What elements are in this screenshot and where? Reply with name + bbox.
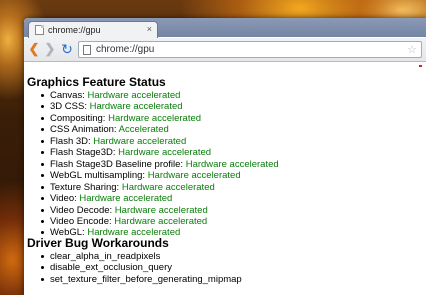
feature-status: Accelerated <box>118 124 169 136</box>
feature-item: Compositing: Hardware accelerated <box>41 113 279 124</box>
forward-arrow-icon[interactable]: ❯ <box>43 42 57 56</box>
feature-item: Flash Stage3D Baseline profile: Hardware… <box>41 159 279 170</box>
feature-item: Flash Stage3D: Hardware accelerated <box>41 147 279 158</box>
feature-item: CSS Animation: Accelerated <box>41 124 279 135</box>
feature-label: CSS Animation: <box>50 124 117 136</box>
feature-label: WebGL multisampling: <box>50 170 146 182</box>
back-arrow-icon[interactable]: ❮ <box>27 42 41 56</box>
tab-gpu[interactable]: chrome://gpu × <box>28 21 158 38</box>
feature-status: Hardware accelerated <box>79 193 173 205</box>
browser-window: chrome://gpu × ❮ ❯ ↻ chrome://gpu ☆ Grap… <box>24 18 426 295</box>
workaround-item: clear_alpha_in_readpixels <box>41 251 242 262</box>
toolbar: ❮ ❯ ↻ chrome://gpu ☆ <box>24 38 426 62</box>
workaround-item: set_texture_filter_before_generating_mip… <box>41 274 242 285</box>
feature-item: WebGL multisampling: Hardware accelerate… <box>41 170 279 181</box>
page-icon <box>83 44 91 55</box>
driver-bug-heading: Driver Bug Workarounds <box>27 236 169 250</box>
feature-label: Compositing: <box>50 112 106 124</box>
feature-label: Flash 3D: <box>50 135 91 147</box>
feature-status: Hardware accelerated <box>93 135 187 147</box>
feature-label: Flash Stage3D Baseline profile: <box>50 158 184 170</box>
page-marker <box>419 65 422 67</box>
feature-status: Hardware accelerated <box>108 112 202 124</box>
page-content: Graphics Feature Status Canvas: Hardware… <box>24 63 426 295</box>
bookmark-star-icon[interactable]: ☆ <box>407 43 417 56</box>
feature-status: Hardware accelerated <box>185 158 279 170</box>
tab-strip: chrome://gpu × <box>24 18 426 38</box>
feature-label: Video Decode: <box>50 204 113 216</box>
feature-status: Hardware accelerated <box>89 101 183 113</box>
feature-status: Hardware accelerated <box>147 170 241 182</box>
workaround-list: clear_alpha_in_readpixels disable_ext_occ… <box>41 251 242 285</box>
reload-icon[interactable]: ↻ <box>60 42 74 56</box>
page-favicon-icon <box>35 25 44 35</box>
feature-status-list: Canvas: Hardware accelerated 3D CSS: Hard… <box>41 90 279 239</box>
feature-status: Hardware accelerated <box>118 147 212 159</box>
feature-status-heading: Graphics Feature Status <box>27 75 166 89</box>
feature-label: Flash Stage3D: <box>50 147 116 159</box>
feature-label: Canvas: <box>50 90 85 101</box>
feature-label: Video Encode: <box>50 215 112 227</box>
workaround-item: disable_ext_occlusion_query <box>41 262 242 273</box>
feature-item: Texture Sharing: Hardware accelerated <box>41 182 279 193</box>
feature-item: Video: Hardware accelerated <box>41 193 279 204</box>
close-tab-icon[interactable]: × <box>147 24 152 34</box>
feature-label: 3D CSS: <box>50 101 87 113</box>
feature-status: Hardware accelerated <box>114 215 208 227</box>
feature-item: Canvas: Hardware accelerated <box>41 90 279 101</box>
feature-item: Flash 3D: Hardware accelerated <box>41 136 279 147</box>
feature-label: Video: <box>50 193 77 205</box>
address-url: chrome://gpu <box>96 44 155 55</box>
feature-status: Hardware accelerated <box>87 90 181 101</box>
feature-item: Video Decode: Hardware accelerated <box>41 205 279 216</box>
feature-item: Video Encode: Hardware accelerated <box>41 216 279 227</box>
feature-item: 3D CSS: Hardware accelerated <box>41 101 279 112</box>
feature-status: Hardware accelerated <box>121 181 215 193</box>
feature-label: Texture Sharing: <box>50 181 120 193</box>
address-bar[interactable]: chrome://gpu ☆ <box>78 41 422 58</box>
tab-title: chrome://gpu <box>48 25 101 35</box>
feature-status: Hardware accelerated <box>114 204 208 216</box>
